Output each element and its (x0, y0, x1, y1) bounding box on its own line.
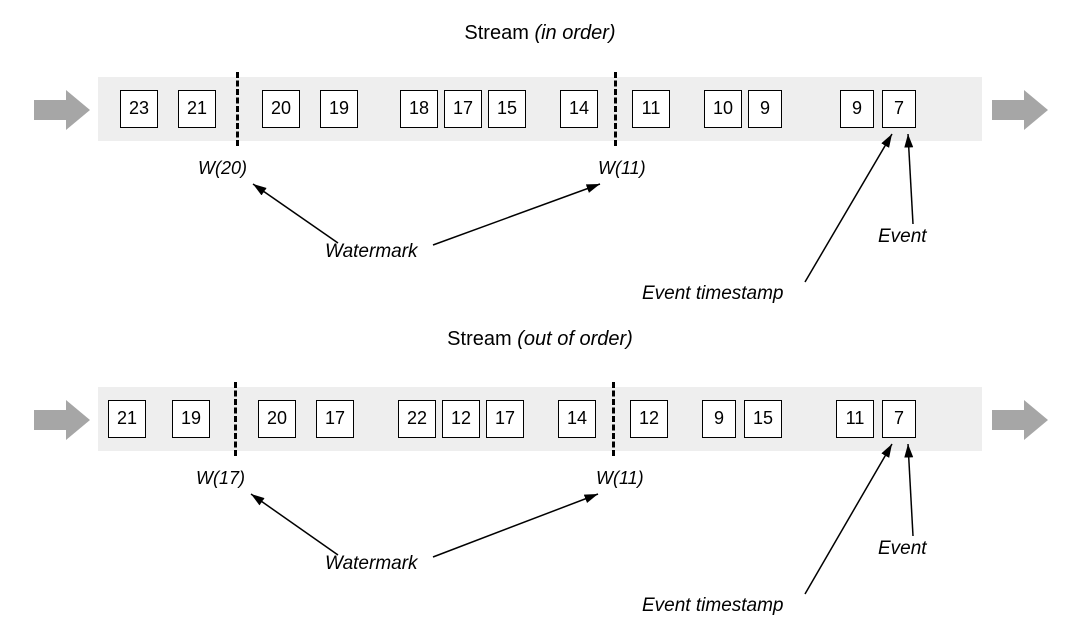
event-box: 12 (630, 400, 668, 438)
event-timestamp-annotation-top: Event timestamp (642, 283, 784, 305)
title-in-order: Stream (in order) (340, 22, 740, 45)
event-timestamp-annotation-bottom: Event timestamp (642, 595, 784, 617)
watermark-divider (236, 72, 239, 146)
event-box: 17 (486, 400, 524, 438)
event-box: 14 (560, 90, 598, 128)
event-box: 23 (120, 90, 158, 128)
event-box: 14 (558, 400, 596, 438)
event-box: 9 (840, 90, 874, 128)
event-box: 11 (632, 90, 670, 128)
watermark-divider (612, 382, 615, 456)
watermark-annotation-bottom: Watermark (325, 553, 418, 575)
title-out-of-order: Stream (out of order) (340, 328, 740, 351)
watermark-divider (234, 382, 237, 456)
event-box: 21 (108, 400, 146, 438)
flow-arrow-right-top (992, 90, 1048, 130)
event-annotation-bottom: Event (878, 538, 927, 560)
event-box: 17 (316, 400, 354, 438)
event-box: 19 (172, 400, 210, 438)
event-box: 10 (704, 90, 742, 128)
flow-arrow-left-top (34, 90, 90, 130)
event-box: 15 (488, 90, 526, 128)
title-out-of-order-italic: (out of order) (517, 328, 633, 350)
watermark-label-right-top: W(11) (598, 158, 646, 179)
annotation-arrows-top (0, 0, 1080, 320)
watermark-annotation-top: Watermark (325, 241, 418, 263)
event-box: 17 (444, 90, 482, 128)
event-box: 20 (258, 400, 296, 438)
event-box: 7 (882, 400, 916, 438)
event-box: 20 (262, 90, 300, 128)
event-box: 9 (702, 400, 736, 438)
event-annotation-top: Event (878, 226, 927, 248)
title-in-order-stream: Stream (464, 22, 534, 44)
title-in-order-italic: (in order) (534, 22, 615, 44)
event-box: 21 (178, 90, 216, 128)
event-box: 15 (744, 400, 782, 438)
watermark-label-left-bottom: W(17) (196, 468, 245, 489)
event-box: 12 (442, 400, 480, 438)
watermark-label-left-top: W(20) (198, 158, 247, 179)
event-box: 22 (398, 400, 436, 438)
title-out-of-order-stream: Stream (447, 328, 517, 350)
watermark-label-right-bottom: W(11) (596, 468, 644, 489)
event-box: 7 (882, 90, 916, 128)
flow-arrow-left-bottom (34, 400, 90, 440)
event-box: 9 (748, 90, 782, 128)
event-box: 19 (320, 90, 358, 128)
event-box: 18 (400, 90, 438, 128)
watermark-divider (614, 72, 617, 146)
event-box: 11 (836, 400, 874, 438)
flow-arrow-right-bottom (992, 400, 1048, 440)
